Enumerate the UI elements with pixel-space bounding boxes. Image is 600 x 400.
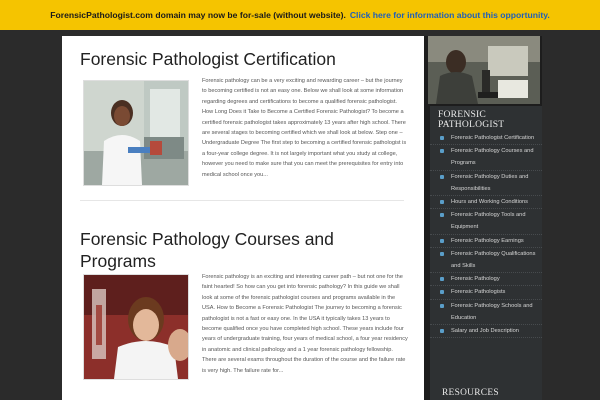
sidebar-widget-forensic-pathologist: FORENSIC PATHOLOGIST Forensic Pathologis… <box>430 106 542 400</box>
banner-info-link[interactable]: Click here for information about this op… <box>350 10 550 20</box>
bullet-icon <box>440 149 444 154</box>
sidebar-nav-label: Forensic Pathology Duties and Responsibi… <box>451 173 529 192</box>
sidebar-nav-item[interactable]: Forensic Pathology Schools and Education <box>430 300 542 326</box>
sidebar-nav-item[interactable]: Forensic Pathologists <box>430 286 542 300</box>
sidebar-widget-resources: RESOURCES <box>430 384 538 400</box>
post-thumbnail-lab-technician[interactable] <box>83 80 189 186</box>
post-title-link[interactable]: Forensic Pathologist Certification <box>80 48 410 70</box>
sidebar-nav-label: Salary and Job Description <box>451 328 519 335</box>
bullet-icon <box>440 238 444 243</box>
sidebar-nav-label: Forensic Pathology Earnings <box>451 237 524 244</box>
bullet-icon <box>440 290 444 295</box>
post-thumbnail-lab-students[interactable] <box>83 274 189 380</box>
sidebar-nav-item[interactable]: Salary and Job Description <box>430 325 542 339</box>
post-courses-programs: Forensic Pathology Courses and Programs … <box>80 228 410 398</box>
sidebar-nav-item[interactable]: Forensic Pathology Tools and Equipment <box>430 209 542 235</box>
widget-title: FORENSIC PATHOLOGIST <box>438 109 505 130</box>
lab-students-photo <box>84 275 188 379</box>
sidebar-nav-label: Forensic Pathology Courses and Programs <box>451 148 534 167</box>
bullet-icon <box>440 213 444 218</box>
bullet-icon <box>440 251 444 256</box>
sidebar-nav-list: Forensic Pathologist Certification Forens… <box>430 132 542 339</box>
sidebar: FORENSIC PATHOLOGIST Forensic Pathologis… <box>426 36 542 400</box>
sidebar-nav-item[interactable]: Forensic Pathology Courses and Programs <box>430 145 542 171</box>
post-title-link[interactable]: Forensic Pathology Courses and Programs <box>80 228 410 272</box>
domain-sale-banner: ForensicPathologist.com domain may now b… <box>0 0 600 30</box>
post-excerpt: Forensic pathology can be a very excitin… <box>202 78 407 178</box>
sidebar-nav-item[interactable]: Forensic Pathologist Certification <box>430 132 542 146</box>
sidebar-nav-item[interactable]: Forensic Pathology Earnings <box>430 235 542 248</box>
sidebar-nav-label: Hours and Working Conditions <box>451 199 529 206</box>
post-certification: Forensic Pathologist Certification Foren… <box>80 48 410 208</box>
bullet-icon <box>440 200 444 205</box>
banner-text: ForensicPathologist.com domain may now b… <box>50 10 346 20</box>
bullet-icon <box>440 174 444 179</box>
microscope-lab-photo <box>428 36 540 104</box>
sidebar-nav-item[interactable]: Forensic Pathology <box>430 273 542 287</box>
sidebar-nav-item[interactable]: Forensic Pathology Qualifications and Sk… <box>430 248 542 274</box>
sidebar-nav-label: Forensic Pathologist Certification <box>451 135 535 141</box>
sidebar-nav-label: Forensic Pathologists <box>451 289 506 296</box>
bullet-icon <box>440 329 444 334</box>
sidebar-header-photo <box>428 36 540 104</box>
post-divider <box>80 200 404 201</box>
post-excerpt: Forensic pathology is an exciting and in… <box>202 274 408 374</box>
main-content: Forensic Pathologist Certification Foren… <box>62 36 424 400</box>
lab-technician-photo <box>84 81 188 185</box>
widget-title: RESOURCES <box>442 388 499 398</box>
sidebar-nav-label: Forensic Pathology Tools and Equipment <box>451 212 526 231</box>
sidebar-nav-item[interactable]: Hours and Working Conditions <box>430 196 542 210</box>
bullet-icon <box>440 136 444 140</box>
bullet-icon <box>440 277 444 282</box>
sidebar-nav-item[interactable]: Forensic Pathology Duties and Responsibi… <box>430 171 542 197</box>
sidebar-nav-label: Forensic Pathology Schools and Education <box>451 302 533 321</box>
sidebar-nav-label: Forensic Pathology Qualifications and Sk… <box>451 250 536 270</box>
bullet-icon <box>440 303 444 308</box>
sidebar-nav-label: Forensic Pathology <box>451 276 500 283</box>
